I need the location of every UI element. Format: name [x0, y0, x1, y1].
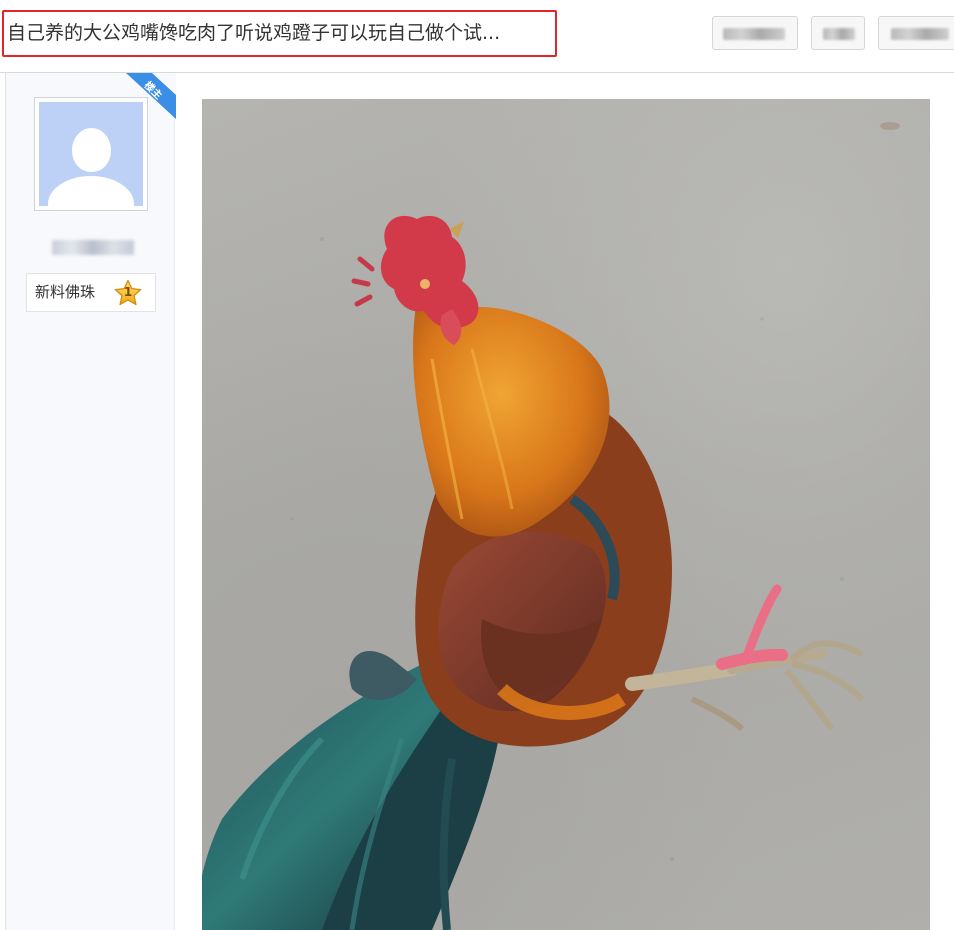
level-name: 新料佛珠	[35, 283, 96, 301]
post-header: 自己养的大公鸡嘴馋吃肉了听说鸡蹬子可以玩自己做个试...	[0, 0, 954, 73]
avatar[interactable]	[34, 97, 148, 211]
default-avatar-icon	[39, 102, 143, 206]
star-icon: 1	[113, 279, 143, 307]
header-button-1[interactable]	[712, 16, 798, 50]
post-title: 自己养的大公鸡嘴馋吃肉了听说鸡蹬子可以玩自己做个试...	[2, 10, 557, 57]
avatar-head	[72, 128, 111, 172]
blurred-label	[723, 28, 785, 40]
user-level: 新料佛珠 1	[26, 273, 156, 312]
username[interactable]	[52, 240, 134, 255]
avatar-body	[48, 176, 134, 206]
rooster-illustration	[202, 122, 900, 930]
rooster-photo[interactable]	[202, 99, 930, 930]
forum-post-page: 自己养的大公鸡嘴馋吃肉了听说鸡蹬子可以玩自己做个试... 楼主 新料佛珠 1	[0, 0, 954, 930]
header-button-3[interactable]	[878, 16, 954, 50]
author-panel: 楼主 新料佛珠 1	[6, 73, 176, 930]
blurred-label	[823, 28, 855, 40]
blurred-label	[891, 28, 949, 40]
level-number: 1	[123, 285, 133, 299]
header-button-2[interactable]	[811, 16, 865, 50]
post-body: 楼主 新料佛珠 1	[5, 73, 954, 930]
